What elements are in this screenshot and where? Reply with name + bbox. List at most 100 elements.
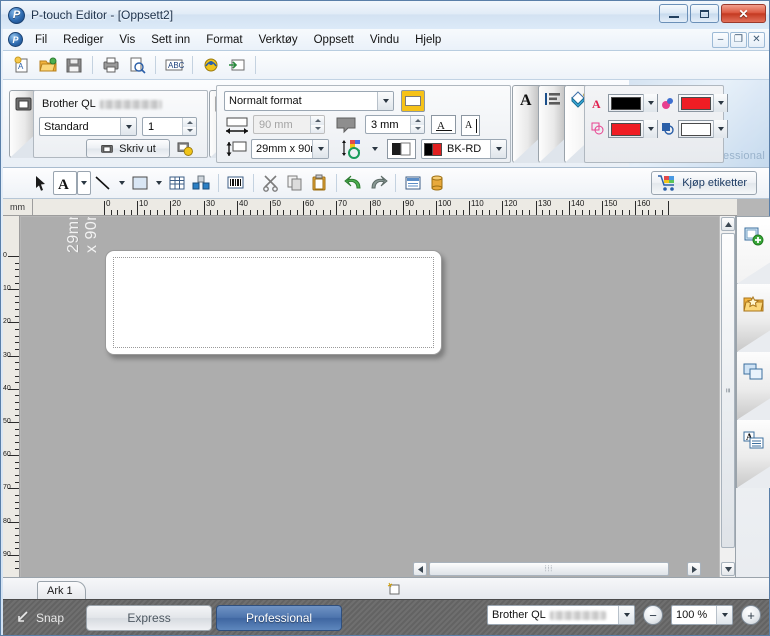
horizontal-scrollbar[interactable]: ⦙⦙⦙ [413,562,703,577]
zoom-plus-icon[interactable]: + [741,605,761,625]
text-tool-dropdown[interactable] [77,171,91,195]
rectangle-icon[interactable] [128,171,152,195]
print-preview-icon[interactable] [124,53,149,77]
vertical-scroll-thumb[interactable]: ≡ [721,233,735,548]
mdi-close-button[interactable]: ✕ [748,32,765,48]
menu-item-sett-inn[interactable]: Sett inn [143,31,198,49]
database-cylinder-icon[interactable] [425,171,449,195]
menu-item-rediger[interactable]: Rediger [55,31,111,49]
scroll-down-button[interactable] [721,562,735,576]
save-icon[interactable] [61,53,86,77]
chevron-down-icon[interactable] [643,120,657,138]
favorites-panel-tab[interactable] [736,284,770,352]
text-horizontal-icon[interactable]: A [431,115,456,134]
mdi-minimize-button[interactable]: – [712,32,729,48]
chevron-down-icon[interactable] [312,140,328,158]
mode-snap-button[interactable]: Snap [7,605,82,631]
font-panel-tab[interactable]: A [512,85,541,163]
sheet-tab-ark1[interactable]: Ark 1 [37,581,86,599]
print-quality-select[interactable]: Standard [39,117,137,136]
menu-item-vis[interactable]: Vis [111,31,143,49]
margin-down-button[interactable] [411,124,424,133]
export-icon[interactable] [224,53,249,77]
chevron-down-icon[interactable] [490,140,506,158]
margin-field[interactable]: 3 mm [365,115,425,134]
undo-arrow-icon[interactable] [342,171,366,195]
minimize-button[interactable] [659,4,688,23]
print-icon[interactable] [98,53,123,77]
barcode-icon[interactable] [224,171,248,195]
margin-up-button[interactable] [411,116,424,125]
text-tool[interactable]: A [53,171,77,195]
menu-item-format[interactable]: Format [198,31,250,49]
vertical-ruler[interactable]: 0 10 20 30 40 50 60 70 80 90 [3,216,20,577]
chevron-down-icon[interactable] [716,606,732,624]
label-paper[interactable] [105,250,442,355]
copies-down-button[interactable] [183,126,196,135]
text-panel-tab[interactable]: A [736,420,770,488]
scissors-icon[interactable] [259,171,283,195]
mode-express-button[interactable]: Express [86,604,213,631]
fill-color-picker[interactable] [678,94,728,112]
auto-format-icon[interactable] [341,139,363,159]
label-canvas[interactable]: 29mm x 90mm [21,217,719,577]
print-options-icon[interactable] [175,139,195,158]
horizontal-scroll-thumb[interactable]: ⦙⦙⦙ [429,562,669,576]
new-layout-icon[interactable]: A [9,53,34,77]
close-button[interactable]: ✕ [721,4,766,23]
horizontal-ruler[interactable]: mm 0 10 20 30 40 50 60 70 80 90 100 110 120 130 140 150… [3,199,737,216]
menu-item-oppsett[interactable]: Oppsett [306,31,362,49]
zoom-minus-icon[interactable]: − [643,605,663,625]
tape-size-select[interactable]: 29mm x 90m [251,139,329,159]
redo-arrow-icon[interactable] [366,171,390,195]
arrange-icon[interactable] [189,171,213,195]
menu-item-fil[interactable]: Fil [27,31,55,49]
format-select[interactable]: Normalt format [224,91,394,111]
status-printer-select[interactable]: Brother QL [487,605,635,625]
text-vertical-icon[interactable]: A [461,115,480,136]
cursor-arrow-icon[interactable] [29,171,53,195]
clipboard-icon[interactable] [307,171,331,195]
contrast-icon[interactable] [387,139,416,159]
chevron-down-icon[interactable] [713,94,727,112]
new-layout-panel-tab[interactable] [736,216,770,284]
document-icon[interactable]: P [8,32,23,47]
menu-item-verktoy[interactable]: Verktøy [251,31,306,49]
ribbon-color-select[interactable]: BK-RD [421,139,507,159]
chevron-down-icon[interactable] [618,606,634,624]
copies-stepper[interactable]: 1 [142,117,197,136]
scroll-left-button[interactable] [413,562,427,576]
line-icon[interactable] [91,171,115,195]
scroll-right-button[interactable] [687,562,701,576]
menu-item-vindu[interactable]: Vindu [362,31,407,49]
chevron-down-icon[interactable] [713,120,727,138]
vertical-scrollbar[interactable]: ≡ [719,216,735,577]
chevron-down-icon[interactable] [120,118,136,135]
layouts-panel-tab[interactable] [736,352,770,420]
text-color-picker[interactable] [608,94,658,112]
table-icon[interactable] [165,171,189,195]
zoom-select[interactable]: 100 % [671,605,733,625]
print-button[interactable]: Skriv ut [86,139,170,158]
chevron-down-icon[interactable] [377,92,393,110]
open-folder-icon[interactable] [35,53,60,77]
add-sheet-icon[interactable] [386,582,401,596]
mdi-restore-button[interactable]: ❐ [730,32,747,48]
copy-icon[interactable] [283,171,307,195]
transfer-icon[interactable] [198,53,223,77]
mode-professional-button[interactable]: Professional [216,604,343,631]
copies-up-button[interactable] [183,118,196,127]
scroll-up-button[interactable] [721,217,735,231]
buy-labels-button[interactable]: Kjøp etiketter [651,171,757,195]
properties-list-icon[interactable] [401,171,425,195]
spellcheck-abc-icon[interactable]: ABC [161,53,186,77]
rectangle-tool-dropdown[interactable] [152,171,165,195]
line-tool-dropdown[interactable] [115,171,128,195]
maximize-button[interactable] [690,4,719,23]
label-preview-icon[interactable] [401,90,425,112]
align-panel-tab[interactable] [538,85,567,163]
menu-item-hjelp[interactable]: Hjelp [407,31,449,49]
back-color-picker[interactable] [678,120,728,138]
chevron-down-icon[interactable] [367,139,383,159]
line-color-picker[interactable] [608,120,658,138]
